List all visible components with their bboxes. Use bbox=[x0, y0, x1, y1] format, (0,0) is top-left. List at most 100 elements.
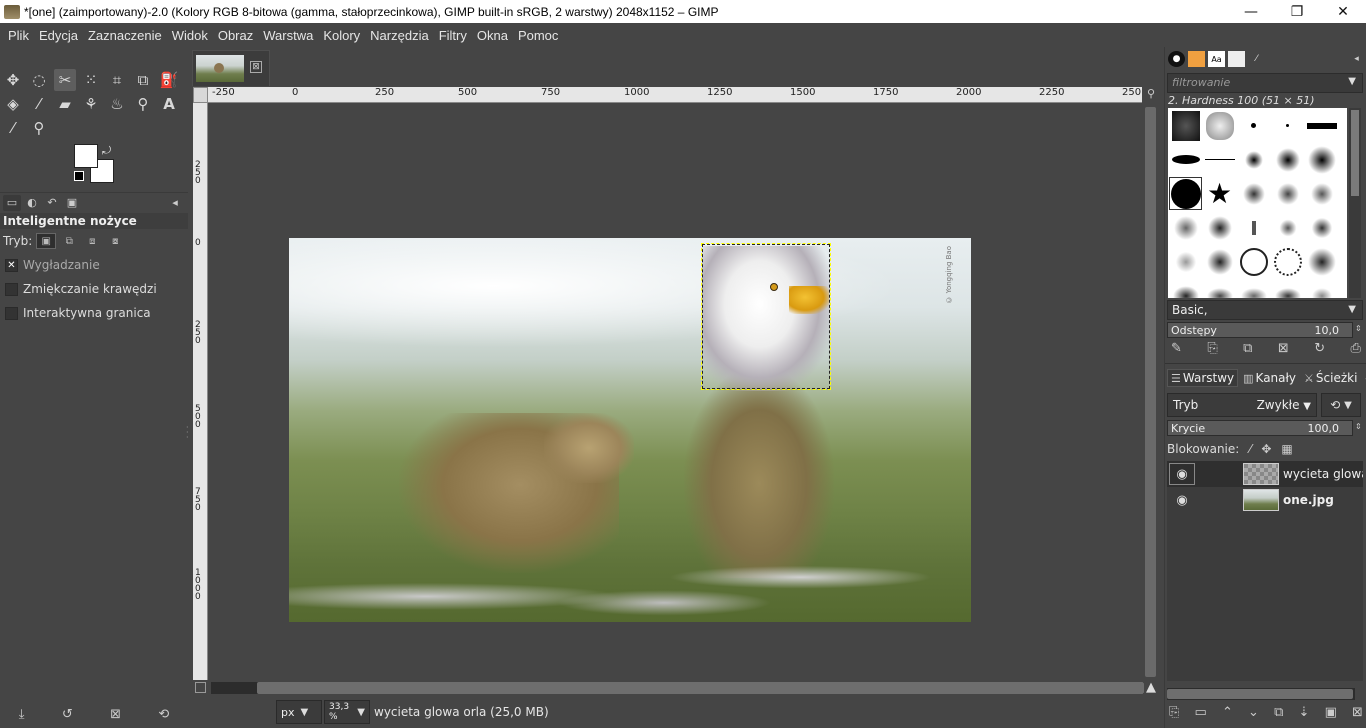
bucket-fill-tool-icon[interactable]: ◈ bbox=[2, 93, 24, 115]
image-tab-one[interactable]: ⊠ bbox=[192, 50, 270, 86]
interactive-boundary-checkbox[interactable]: Interaktywna granica bbox=[0, 301, 188, 325]
menu-file[interactable]: Plik bbox=[3, 28, 34, 43]
visibility-eye-icon[interactable]: ◉ bbox=[1169, 489, 1195, 511]
dock-menu-icon[interactable]: ◂ bbox=[1362, 369, 1366, 387]
restore-options-icon[interactable]: ↺ bbox=[62, 707, 73, 722]
quick-mask-corner[interactable] bbox=[193, 87, 208, 103]
brush-item[interactable] bbox=[1169, 279, 1202, 298]
lock-pixels-icon[interactable]: ⁄ bbox=[1249, 442, 1251, 456]
brush-item[interactable] bbox=[1237, 279, 1270, 298]
horizontal-ruler[interactable]: -250 0 250 500 750 1000 1250 1500 1750 2… bbox=[208, 87, 1142, 103]
layer-boundary-selection[interactable] bbox=[701, 243, 831, 390]
delete-options-icon[interactable]: ⊠ bbox=[110, 707, 121, 722]
zoom-fit-icon[interactable]: ⚲ bbox=[1142, 87, 1160, 103]
vertical-scrollbar[interactable] bbox=[1142, 103, 1160, 680]
reset-colors-icon[interactable] bbox=[74, 171, 84, 181]
mode-intersect-icon[interactable]: ⧇ bbox=[105, 233, 125, 249]
warp-transform-tool-icon[interactable]: ⛽ bbox=[158, 69, 180, 91]
refresh-brushes-icon[interactable]: ↻ bbox=[1314, 341, 1325, 356]
menu-edit[interactable]: Edycja bbox=[34, 28, 83, 43]
brush-item[interactable] bbox=[1203, 245, 1236, 278]
brush-item[interactable] bbox=[1305, 245, 1338, 278]
opacity-spin-icon[interactable]: ⇕ bbox=[1355, 422, 1364, 431]
menu-tools[interactable]: Narzędzia bbox=[365, 28, 434, 43]
lock-position-icon[interactable]: ✥ bbox=[1261, 442, 1271, 456]
close-button[interactable]: ✕ bbox=[1320, 0, 1366, 23]
undo-history-tab-icon[interactable]: ↶ bbox=[43, 195, 61, 211]
brush-filter-input[interactable]: filtrowanie ▼ bbox=[1167, 73, 1363, 93]
toggle-quick-mask-icon[interactable] bbox=[195, 682, 206, 693]
lower-layer-icon[interactable]: ⌄ bbox=[1248, 705, 1259, 720]
paintbrush-tool-icon[interactable]: ⁄ bbox=[28, 93, 50, 115]
dock-menu-icon[interactable]: ◂ bbox=[1348, 51, 1365, 67]
delete-brush-icon[interactable]: ⊠ bbox=[1278, 341, 1289, 356]
menu-colors[interactable]: Kolory bbox=[318, 28, 365, 43]
new-layer-group-icon[interactable]: ▭ bbox=[1195, 705, 1207, 720]
duplicate-layer-icon[interactable]: ⧉ bbox=[1274, 705, 1283, 720]
brush-item[interactable] bbox=[1271, 279, 1304, 298]
dock-menu-icon[interactable]: ◂ bbox=[166, 195, 184, 211]
brush-item[interactable] bbox=[1237, 177, 1270, 210]
menu-image[interactable]: Obraz bbox=[213, 28, 258, 43]
brush-item[interactable] bbox=[1305, 143, 1338, 176]
brush-item[interactable] bbox=[1271, 109, 1304, 142]
layer-mode-select[interactable]: Tryb Zwykłe ▼ bbox=[1167, 393, 1317, 417]
layer-name[interactable]: wycieta glowa orla bbox=[1283, 467, 1363, 481]
composite-mode-select[interactable]: ⟲ ▼ bbox=[1321, 393, 1361, 417]
raise-layer-icon[interactable]: ⌃ bbox=[1222, 705, 1233, 720]
brush-item[interactable] bbox=[1271, 245, 1304, 278]
zoom-selector[interactable]: 33,3 % ▼ bbox=[324, 700, 370, 724]
vertical-ruler[interactable]: 2 5 0 0 2 5 0 5 0 0 7 5 0 1 0 0 0 bbox=[193, 103, 208, 680]
visibility-eye-icon[interactable]: ◉ bbox=[1169, 463, 1195, 485]
document-history-tab-icon[interactable] bbox=[1228, 51, 1245, 67]
brush-item[interactable] bbox=[1305, 279, 1338, 298]
move-tool-icon[interactable]: ✥ bbox=[2, 69, 24, 91]
scissors-select-tool-icon[interactable]: ✂ bbox=[54, 69, 76, 91]
brush-grid[interactable]: ★ bbox=[1168, 108, 1347, 298]
fonts-tab-icon[interactable]: Aa bbox=[1208, 51, 1225, 67]
tab-layers[interactable]: ☰ Warstwy bbox=[1167, 369, 1239, 387]
menu-windows[interactable]: Okna bbox=[472, 28, 513, 43]
menu-layer[interactable]: Warstwa bbox=[258, 28, 318, 43]
duplicate-brush-icon[interactable]: ⧉ bbox=[1243, 341, 1252, 356]
brush-scrollbar[interactable] bbox=[1349, 108, 1361, 298]
brush-item[interactable] bbox=[1271, 143, 1304, 176]
brush-item[interactable] bbox=[1169, 143, 1202, 176]
lock-alpha-icon[interactable]: ▦ bbox=[1281, 442, 1292, 456]
edit-brush-icon[interactable]: ✎ bbox=[1171, 341, 1182, 356]
menu-view[interactable]: Widok bbox=[167, 28, 213, 43]
vertical-scroll-thumb[interactable] bbox=[1145, 107, 1156, 677]
tab-channels[interactable]: ▥ Kanały bbox=[1240, 369, 1299, 387]
images-tab-icon[interactable]: ▣ bbox=[63, 195, 81, 211]
smudge-tool-icon[interactable]: ♨ bbox=[106, 93, 128, 115]
menu-select[interactable]: Zaznaczenie bbox=[83, 28, 167, 43]
fuzzy-select-tool-icon[interactable]: ⁙ bbox=[80, 69, 102, 91]
brush-item[interactable] bbox=[1169, 109, 1202, 142]
brush-item[interactable] bbox=[1203, 109, 1236, 142]
paint-dynamics-tab-icon[interactable]: ⁄ bbox=[1248, 51, 1265, 67]
new-brush-icon[interactable]: ⎘ bbox=[1207, 341, 1217, 356]
tool-options-tab-icon[interactable]: ▭ bbox=[3, 194, 21, 211]
horizontal-scrollbar[interactable]: ▲ bbox=[193, 680, 1160, 696]
paths-tool-icon[interactable]: ⚲ bbox=[132, 93, 154, 115]
layers-horizontal-scrollbar[interactable] bbox=[1167, 688, 1355, 700]
feather-checkbox[interactable]: Zmiękczanie krawędzi bbox=[0, 277, 188, 301]
spacing-spin-icon[interactable]: ⇕ bbox=[1355, 324, 1364, 333]
brush-item-star[interactable]: ★ bbox=[1203, 177, 1236, 210]
brush-item[interactable] bbox=[1237, 245, 1270, 278]
reset-options-icon[interactable]: ⟲ bbox=[158, 707, 169, 722]
brush-item[interactable] bbox=[1305, 177, 1338, 210]
brush-item[interactable] bbox=[1169, 245, 1202, 278]
brush-item[interactable] bbox=[1305, 211, 1338, 244]
save-options-icon[interactable]: ⤓ bbox=[19, 707, 25, 722]
brush-item[interactable] bbox=[1203, 143, 1236, 176]
ellipse-select-tool-icon[interactable]: ◌ bbox=[28, 69, 50, 91]
opacity-slider[interactable]: Krycie 100,0 bbox=[1167, 420, 1353, 436]
zoom-tool-icon[interactable]: ⚲ bbox=[28, 117, 50, 139]
navigate-icon[interactable]: ▲ bbox=[1146, 680, 1156, 695]
antialiasing-checkbox[interactable]: ✕ Wygładzanie bbox=[0, 253, 188, 277]
layer-row[interactable]: ◉ wycieta glowa orla bbox=[1167, 461, 1363, 487]
image-photo[interactable]: © Yongqing Bao bbox=[289, 238, 971, 622]
maximize-button[interactable]: ❐ bbox=[1274, 0, 1320, 23]
menu-filters[interactable]: Filtry bbox=[434, 28, 472, 43]
